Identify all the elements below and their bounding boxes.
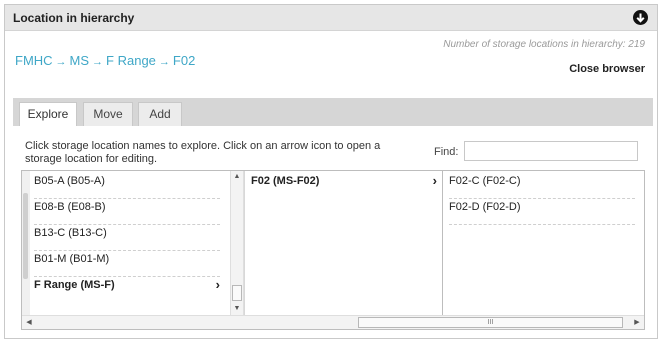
scrollbar-thumb[interactable] [232,285,242,301]
list-item-selected[interactable]: F Range (MS-F) › [34,277,220,303]
horizontal-scrollbar[interactable]: ◀ III ▶ [22,315,644,329]
list-item[interactable]: B13-C (B13-C) [34,225,220,251]
column-2-scrollbar[interactable]: ▲ ▼ [230,171,244,315]
find-input[interactable] [464,141,638,161]
list-item-label: F Range (MS-F) [34,279,115,291]
scroll-left-icon[interactable]: ◀ [22,316,36,329]
list-item[interactable]: B05-A (B05-A) [34,173,220,199]
panel-title: Location in hierarchy [13,11,135,25]
breadcrumb: FMHC → MS → F Range → F02 [15,53,195,68]
chevron-right-icon[interactable]: › [216,277,220,293]
breadcrumb-arrow-icon: → [55,56,67,68]
explore-instructions: Click storage location names to explore.… [25,140,381,165]
column-1-scrollbar[interactable] [22,171,30,315]
chevron-right-icon[interactable]: › [433,173,437,189]
breadcrumb-item-f02[interactable]: F02 [173,53,195,68]
tab-bar: Explore Move Add [13,98,653,127]
breadcrumb-item-ms[interactable]: MS [70,53,90,68]
scroll-up-icon[interactable]: ▲ [231,171,243,183]
panel-header: Location in hierarchy [5,5,657,31]
list-item[interactable]: E08-B (E08-B) [34,199,220,225]
scrollbar-thumb[interactable]: III [358,317,623,328]
list-item[interactable]: B01-M (B01-M) [34,251,220,277]
list-item-selected[interactable]: F02 (MS-F02) › [251,173,437,199]
breadcrumb-arrow-icon: → [92,56,104,68]
browser-column-2: F02 (MS-F02) › [244,171,442,315]
breadcrumb-item-fmhc[interactable]: FMHC [15,53,53,68]
tab-add[interactable]: Add [138,102,182,126]
tab-move[interactable]: Move [83,102,133,126]
browser-column-3: F02-C (F02-C) F02-D (F02-D) [442,171,644,315]
circle-chevron-down-icon[interactable] [633,10,648,25]
storage-count-text: Number of storage locations in hierarchy… [443,39,645,50]
scroll-right-icon[interactable]: ▶ [630,316,644,329]
list-item-label: F02 (MS-F02) [251,175,320,187]
browser-column-1: B05-A (B05-A) E08-B (E08-B) B13-C (B13-C… [22,171,230,315]
scroll-down-icon[interactable]: ▼ [231,303,243,315]
location-hierarchy-panel: Location in hierarchy Number of storage … [4,4,658,339]
list-item[interactable]: F02-D (F02-D) [449,199,635,225]
find-label: Find: [434,146,459,158]
tab-explore[interactable]: Explore [19,102,77,127]
breadcrumb-item-f-range[interactable]: F Range [106,53,156,68]
breadcrumb-arrow-icon: → [158,56,170,68]
list-item[interactable]: F02-C (F02-C) [449,173,635,199]
close-browser-link[interactable]: Close browser [569,63,645,75]
hierarchy-browser: B05-A (B05-A) E08-B (E08-B) B13-C (B13-C… [21,170,645,330]
explore-tab-content: Click storage location names to explore.… [13,126,653,332]
